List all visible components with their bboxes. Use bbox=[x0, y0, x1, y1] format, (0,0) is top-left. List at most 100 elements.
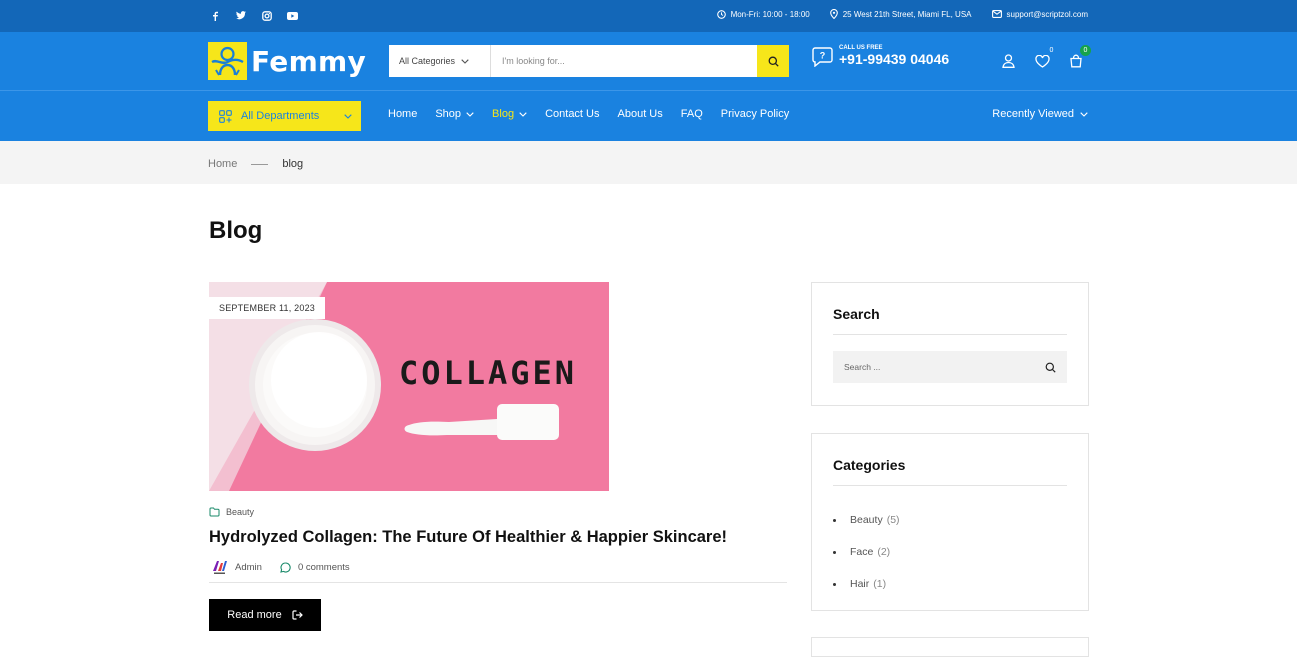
post-divider bbox=[209, 582, 787, 583]
search-widget-title: Search bbox=[833, 283, 1067, 335]
header-icons: 0 0 bbox=[999, 45, 1091, 70]
nav-blog[interactable]: Blog bbox=[492, 108, 527, 120]
logo-mark-icon bbox=[208, 42, 247, 80]
clock-icon bbox=[716, 9, 726, 19]
chevron-down-icon bbox=[1080, 111, 1088, 117]
bullet bbox=[833, 582, 836, 586]
categories-widget-title: Categories bbox=[833, 434, 1067, 486]
category-item-face[interactable]: Face (2) bbox=[833, 536, 1067, 568]
cart-count-badge: 0 bbox=[1080, 45, 1091, 56]
all-departments-label: All Departments bbox=[241, 110, 320, 122]
chevron-down-icon bbox=[466, 111, 474, 117]
folder-icon bbox=[209, 507, 220, 517]
category-item-beauty[interactable]: Beauty (5) bbox=[833, 504, 1067, 536]
post-category[interactable]: Beauty bbox=[209, 507, 254, 517]
svg-text:?: ? bbox=[820, 50, 826, 60]
post-date-badge: SEPTEMBER 11, 2023 bbox=[209, 297, 325, 319]
address-info: 25 West 21th Street, Miami FL, USA bbox=[829, 9, 972, 19]
nav-shop-label: Shop bbox=[435, 108, 462, 120]
category-count: (2) bbox=[877, 546, 891, 558]
sidebar-search-placeholder: Search ... bbox=[844, 362, 881, 372]
nav-privacy-policy[interactable]: Privacy Policy bbox=[721, 108, 789, 120]
bullet bbox=[833, 550, 836, 554]
search-icon bbox=[768, 56, 779, 67]
location-pin-icon bbox=[829, 9, 838, 19]
search-input[interactable] bbox=[491, 45, 757, 77]
sign-out-arrow-icon bbox=[292, 610, 303, 620]
category-count: (1) bbox=[873, 578, 887, 590]
grid-icon bbox=[219, 109, 232, 123]
post-comments-count: 0 comments bbox=[297, 561, 350, 573]
shopping-bag-icon bbox=[1070, 54, 1082, 68]
facebook-icon[interactable] bbox=[208, 9, 221, 22]
page-title: Blog bbox=[209, 217, 263, 244]
post-author[interactable]: Admin bbox=[211, 559, 262, 575]
search-widget: Search Search ... bbox=[811, 282, 1089, 406]
email-info[interactable]: support@scriptzol.com bbox=[991, 10, 1088, 19]
categories-widget: Categories Beauty (5) Face (2) Hair (1) bbox=[811, 433, 1089, 611]
contact-info: Mon-Fri: 10:00 - 18:00 25 West 21th Stre… bbox=[716, 9, 1088, 19]
nav-contact-us[interactable]: Contact Us bbox=[545, 108, 599, 120]
read-more-button[interactable]: Read more bbox=[209, 599, 321, 631]
nav-blog-label: Blog bbox=[492, 108, 515, 120]
all-departments-button[interactable]: All Departments bbox=[208, 101, 361, 131]
logo-text: Femmy bbox=[251, 44, 367, 78]
comment-icon bbox=[280, 561, 291, 573]
nav-shop[interactable]: Shop bbox=[435, 108, 474, 120]
author-avatar-icon bbox=[213, 561, 227, 574]
nav-bar: All Departments Home Shop Blog Contact U… bbox=[0, 90, 1297, 141]
wishlist-count-badge: 0 bbox=[1049, 47, 1054, 54]
category-name: Beauty bbox=[850, 514, 883, 526]
post-author-name: Admin bbox=[235, 561, 262, 573]
nav-home[interactable]: Home bbox=[388, 108, 417, 120]
recently-viewed-label: Recently Viewed bbox=[992, 108, 1074, 120]
chevron-down-icon bbox=[461, 58, 469, 64]
search-icon[interactable] bbox=[1045, 362, 1056, 373]
category-select[interactable]: All Categories bbox=[389, 45, 491, 77]
post-category-label: Beauty bbox=[226, 507, 255, 517]
breadcrumb-separator bbox=[251, 163, 269, 165]
instagram-icon[interactable] bbox=[260, 9, 273, 22]
account-button[interactable] bbox=[999, 52, 1017, 70]
breadcrumb-current: blog bbox=[282, 158, 304, 170]
twitter-icon[interactable] bbox=[234, 9, 247, 22]
hours-text: Mon-Fri: 10:00 - 18:00 bbox=[730, 9, 810, 19]
main-nav: Home Shop Blog Contact Us About Us FAQ P… bbox=[388, 108, 789, 120]
wishlist-button[interactable]: 0 bbox=[1033, 47, 1053, 70]
post-comments[interactable]: 0 comments bbox=[280, 562, 350, 573]
search-button[interactable] bbox=[757, 45, 789, 77]
phone-number: +91-99439 04046 bbox=[839, 51, 950, 67]
category-name: Hair bbox=[850, 578, 870, 590]
logo[interactable]: Femmy bbox=[208, 42, 366, 80]
call-us[interactable]: ? CALL US FREE +91-99439 04046 bbox=[812, 45, 949, 67]
nav-about-us[interactable]: About Us bbox=[618, 108, 663, 120]
breadcrumb: Home blog bbox=[208, 158, 303, 170]
chat-bubble-icon: ? bbox=[812, 46, 833, 67]
collagen-image-text: COLLAGEN bbox=[399, 354, 577, 392]
email-text[interactable]: support@scriptzol.com bbox=[1007, 10, 1088, 19]
post-title[interactable]: Hydrolyzed Collagen: The Future Of Healt… bbox=[209, 528, 727, 547]
user-icon bbox=[1001, 54, 1015, 68]
cart-button[interactable]: 0 bbox=[1067, 45, 1091, 70]
youtube-icon[interactable] bbox=[286, 9, 299, 22]
address-text: 25 West 21th Street, Miami FL, USA bbox=[842, 9, 972, 19]
next-widget bbox=[811, 637, 1089, 657]
main-header: Femmy All Categories ? CALL US FREE +91-… bbox=[0, 32, 1297, 90]
nav-faq[interactable]: FAQ bbox=[681, 108, 703, 120]
category-name: Face bbox=[850, 546, 874, 558]
category-item-hair[interactable]: Hair (1) bbox=[833, 568, 1067, 600]
chevron-down-icon bbox=[519, 111, 527, 117]
header-search: All Categories bbox=[389, 45, 789, 77]
post-meta: Admin 0 comments bbox=[211, 559, 360, 575]
sidebar-search-field[interactable]: Search ... bbox=[833, 351, 1067, 383]
recently-viewed-dropdown[interactable]: Recently Viewed bbox=[992, 108, 1088, 120]
mail-icon bbox=[991, 10, 1002, 18]
categories-list: Beauty (5) Face (2) Hair (1) bbox=[833, 504, 1067, 600]
category-count: (5) bbox=[886, 514, 900, 526]
hours-info: Mon-Fri: 10:00 - 18:00 bbox=[716, 9, 810, 19]
chevron-down-icon bbox=[344, 113, 352, 119]
heart-icon bbox=[1034, 54, 1050, 68]
bullet bbox=[833, 518, 836, 522]
breadcrumb-home[interactable]: Home bbox=[208, 158, 237, 170]
category-select-value: All Categories bbox=[399, 56, 456, 66]
